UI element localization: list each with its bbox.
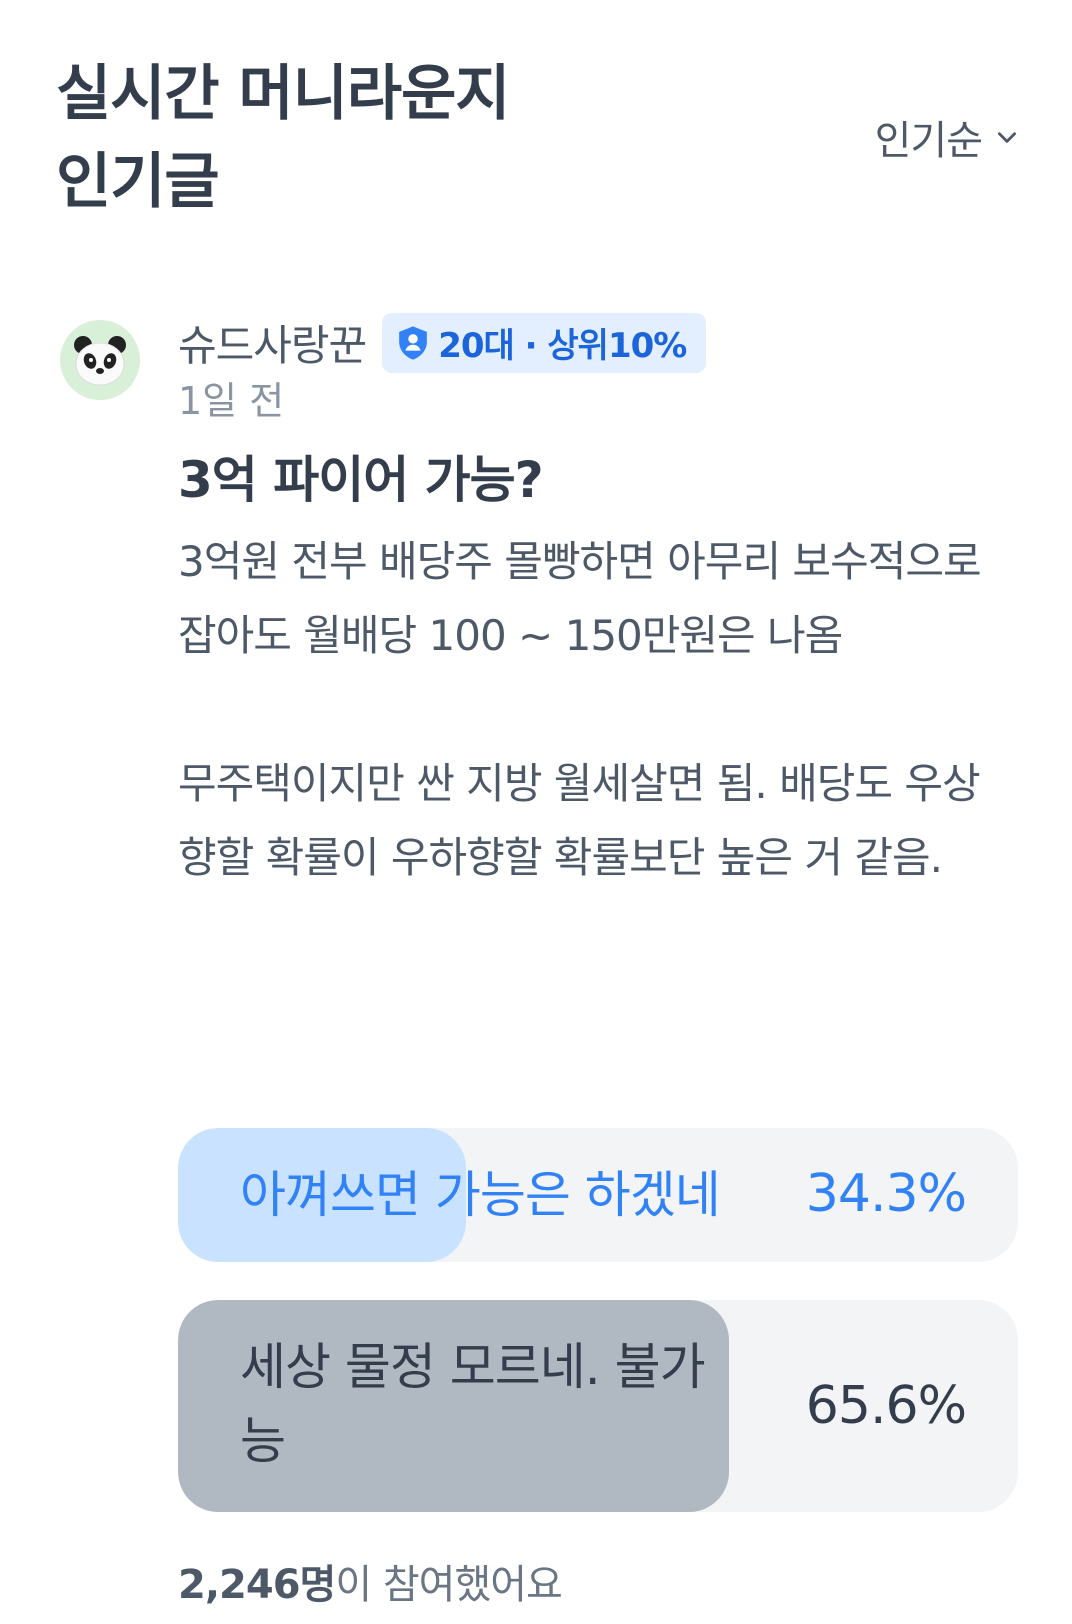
- poll-option-1[interactable]: 아껴쓰면 가능은 하겠네 34.3%: [178, 1128, 1018, 1262]
- post-title: 3억 파이어 가능?: [178, 451, 544, 509]
- author-row: 슈드사랑꾼 20대 · 상위10%: [178, 312, 707, 373]
- rank-badge: 20대 · 상위10%: [382, 312, 707, 373]
- chevron-down-icon: [998, 132, 1016, 143]
- badge-text: 20대 · 상위10%: [438, 326, 687, 366]
- poll-option-2-label: 세상 물정 모르네. 불가능: [240, 1338, 706, 1470]
- poll-participants: 2,246명이 참여했어요: [178, 1552, 563, 1610]
- poll-option-1-percent: 34.3%: [805, 1164, 967, 1224]
- post-body: 3억원 전부 배당주 몰빵하면 아무리 보수적으로 잡아도 월배당 100 ~ …: [178, 525, 998, 895]
- panda-avatar-icon: [74, 336, 126, 386]
- page-header: 실시간 머니라운지 인기글: [56, 50, 756, 226]
- post-body-paragraph-2: 무주택이지만 싼 지방 월세살면 됨. 배당도 우상향할 확률이 우하향할 확률…: [178, 759, 981, 882]
- author-name[interactable]: 슈드사랑꾼: [178, 312, 367, 373]
- page-title-line1: 실시간 머니라운지: [56, 59, 511, 129]
- post-timestamp: 1일 전: [178, 379, 285, 423]
- shield-person-icon: [399, 325, 428, 360]
- poll-option-2[interactable]: 세상 물정 모르네. 불가능 65.6%: [178, 1300, 1018, 1512]
- poll-option-1-label: 아껴쓰면 가능은 하겠네: [240, 1166, 721, 1224]
- sort-label: 인기순: [874, 118, 983, 164]
- participants-count: 2,246명: [178, 1562, 336, 1608]
- author-avatar[interactable]: [60, 320, 140, 400]
- participants-suffix: 이 참여했어요: [335, 1562, 563, 1608]
- poll-option-2-percent: 65.6%: [805, 1376, 967, 1436]
- post-body-paragraph-1: 3억원 전부 배당주 몰빵하면 아무리 보수적으로 잡아도 월배당 100 ~ …: [178, 537, 982, 660]
- sort-dropdown[interactable]: 인기순: [875, 108, 1020, 166]
- page-title-line2: 인기글: [56, 147, 220, 217]
